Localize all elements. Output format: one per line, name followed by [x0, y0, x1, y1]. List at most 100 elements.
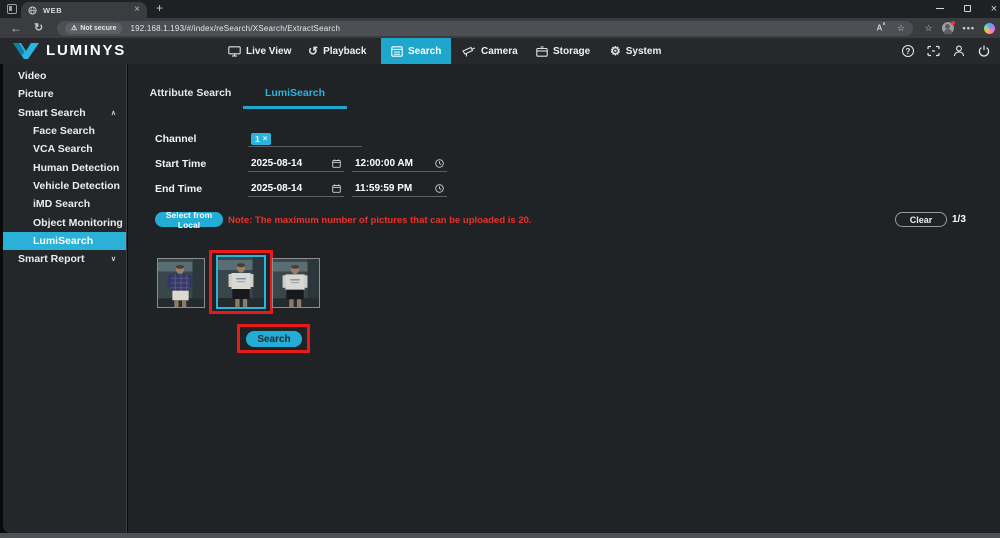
- back-icon[interactable]: ←: [10, 21, 22, 35]
- main-content: Attribute Search LumiSearch Channel 1 × …: [128, 64, 1000, 533]
- window-minimize-button[interactable]: [927, 0, 953, 17]
- browser-menu-icon[interactable]: •••: [963, 23, 975, 33]
- window-bottom-edge: [0, 533, 1000, 538]
- calendar-icon: [332, 184, 341, 193]
- upload-note: Note: The maximum number of pictures tha…: [228, 215, 532, 226]
- help-icon[interactable]: ?: [902, 45, 914, 57]
- nav-label: Camera: [481, 46, 518, 57]
- nav-live-view[interactable]: Live View: [228, 38, 291, 64]
- sidebar: Video Picture Smart Search ∧ Face Search…: [3, 64, 127, 533]
- person-photo: [158, 259, 204, 307]
- start-time-label: Start Time: [155, 158, 206, 170]
- copilot-icon[interactable]: [984, 23, 995, 34]
- tab-attribute-search[interactable]: Attribute Search: [138, 84, 243, 102]
- nav-label: Playback: [323, 46, 366, 57]
- uploaded-picture-thumbnail[interactable]: [272, 258, 320, 308]
- end-time-label: End Time: [155, 183, 202, 195]
- nav-label: Search: [408, 46, 441, 57]
- security-badge[interactable]: ⚠ Not secure: [65, 23, 122, 34]
- end-time-input[interactable]: 11:59:59 PM: [352, 181, 447, 197]
- start-date-input[interactable]: 2025-08-14: [248, 156, 344, 172]
- uploaded-picture-thumbnail-selected[interactable]: [216, 255, 266, 309]
- sidebar-item-lumisearch[interactable]: LumiSearch: [3, 232, 126, 250]
- tab-close-icon[interactable]: ×: [134, 5, 140, 15]
- screen: WEB × + × ← ↻ ⚠ Not secure 192.168.1.193…: [0, 0, 1000, 538]
- new-tab-button[interactable]: +: [156, 1, 163, 15]
- brand-name: LUMINYS: [46, 42, 126, 59]
- sidebar-item-smart-search[interactable]: Smart Search ∧: [3, 104, 126, 122]
- security-badge-label: Not secure: [80, 25, 116, 32]
- tag-remove-icon[interactable]: ×: [263, 134, 268, 143]
- addressbar-actions: A∧ ☆: [876, 23, 905, 34]
- select-from-local-button[interactable]: Select from Local: [155, 212, 223, 227]
- luminys-logo-icon: [12, 42, 40, 60]
- storage-icon: [536, 46, 548, 57]
- nav-system[interactable]: ⚙ System: [610, 38, 661, 64]
- sidebar-item-human-detection[interactable]: Human Detection: [3, 158, 126, 176]
- sidebar-item-smart-report[interactable]: Smart Report ∨: [3, 250, 126, 268]
- nav-search[interactable]: Search: [381, 38, 451, 64]
- channel-input[interactable]: 1 ×: [248, 131, 362, 147]
- end-date-input[interactable]: 2025-08-14: [248, 181, 344, 197]
- header-utility-icons: ?: [902, 38, 990, 64]
- active-tab-underline: [243, 106, 347, 109]
- user-icon[interactable]: [953, 45, 965, 57]
- minimize-icon: [936, 8, 944, 9]
- sidebar-item-video[interactable]: Video: [3, 67, 126, 85]
- restore-icon: [964, 5, 971, 12]
- browser-tab[interactable]: WEB ×: [21, 2, 147, 18]
- clear-button[interactable]: Clear: [895, 212, 947, 227]
- page-indicator: 1/3: [952, 214, 966, 225]
- nav-label: System: [626, 46, 662, 57]
- start-time-input[interactable]: 12:00:00 AM: [352, 156, 447, 172]
- profile-avatar[interactable]: [942, 22, 954, 34]
- nav-label: Live View: [246, 46, 291, 57]
- globe-icon: [28, 6, 37, 15]
- sidebar-item-vehicle-detection[interactable]: Vehicle Detection: [3, 177, 126, 195]
- uploaded-picture-thumbnail[interactable]: [157, 258, 205, 308]
- channel-tag-value: 1: [255, 134, 260, 144]
- calendar-icon: [332, 159, 341, 168]
- gear-icon: ⚙: [610, 45, 621, 57]
- sidebar-item-picture[interactable]: Picture: [3, 85, 126, 103]
- channel-label: Channel: [155, 133, 196, 145]
- person-photo: [218, 257, 264, 307]
- browser-tab-strip: WEB × + ×: [0, 0, 1000, 18]
- clock-icon: [435, 184, 444, 193]
- camera-icon: [462, 46, 476, 57]
- channel-tag[interactable]: 1 ×: [251, 133, 271, 145]
- nav-label: Storage: [553, 46, 590, 57]
- browser-toolbar: ← ↻ ⚠ Not secure 192.168.1.193/#/index/r…: [0, 18, 1000, 38]
- sidebar-item-object-monitoring[interactable]: Object Monitoring: [3, 213, 126, 231]
- favorite-star-icon[interactable]: ☆: [897, 23, 905, 34]
- app-header: LUMINYS Live View ↺ Playback Search: [0, 38, 1000, 64]
- sidebar-item-vca-search[interactable]: VCA Search: [3, 140, 126, 158]
- toolbar-right-icons: ☆ •••: [924, 20, 995, 36]
- tab-actions-icon[interactable]: [7, 4, 17, 14]
- chevron-down-icon: ∨: [111, 255, 116, 263]
- notification-dot: [951, 21, 955, 25]
- address-bar[interactable]: ⚠ Not secure 192.168.1.193/#/index/reSea…: [57, 21, 913, 36]
- nav-camera[interactable]: Camera: [462, 38, 518, 64]
- monitor-icon: [228, 46, 241, 57]
- person-photo: [273, 259, 319, 307]
- clock-icon: [435, 159, 444, 168]
- tab-title: WEB: [43, 6, 62, 15]
- playback-icon: ↺: [308, 45, 318, 57]
- window-restore-button[interactable]: [954, 0, 980, 17]
- refresh-icon[interactable]: ↻: [34, 21, 43, 34]
- sidebar-item-face-search[interactable]: Face Search: [3, 122, 126, 140]
- read-aloud-icon[interactable]: A∧: [876, 23, 885, 33]
- nav-playback[interactable]: ↺ Playback: [308, 38, 366, 64]
- power-icon[interactable]: [978, 45, 990, 57]
- warning-icon: ⚠: [71, 24, 77, 32]
- nav-storage[interactable]: Storage: [536, 38, 590, 64]
- collections-star-icon[interactable]: ☆: [924, 23, 932, 34]
- window-close-button[interactable]: ×: [981, 0, 1000, 17]
- url-text[interactable]: 192.168.1.193/#/index/reSearch/XSearch/E…: [130, 24, 340, 33]
- tab-lumisearch[interactable]: LumiSearch: [243, 84, 347, 102]
- sidebar-item-imd-search[interactable]: iMD Search: [3, 195, 126, 213]
- fullscreen-icon[interactable]: [927, 45, 940, 57]
- search-button[interactable]: Search: [246, 331, 302, 347]
- chevron-up-icon: ∧: [111, 109, 116, 117]
